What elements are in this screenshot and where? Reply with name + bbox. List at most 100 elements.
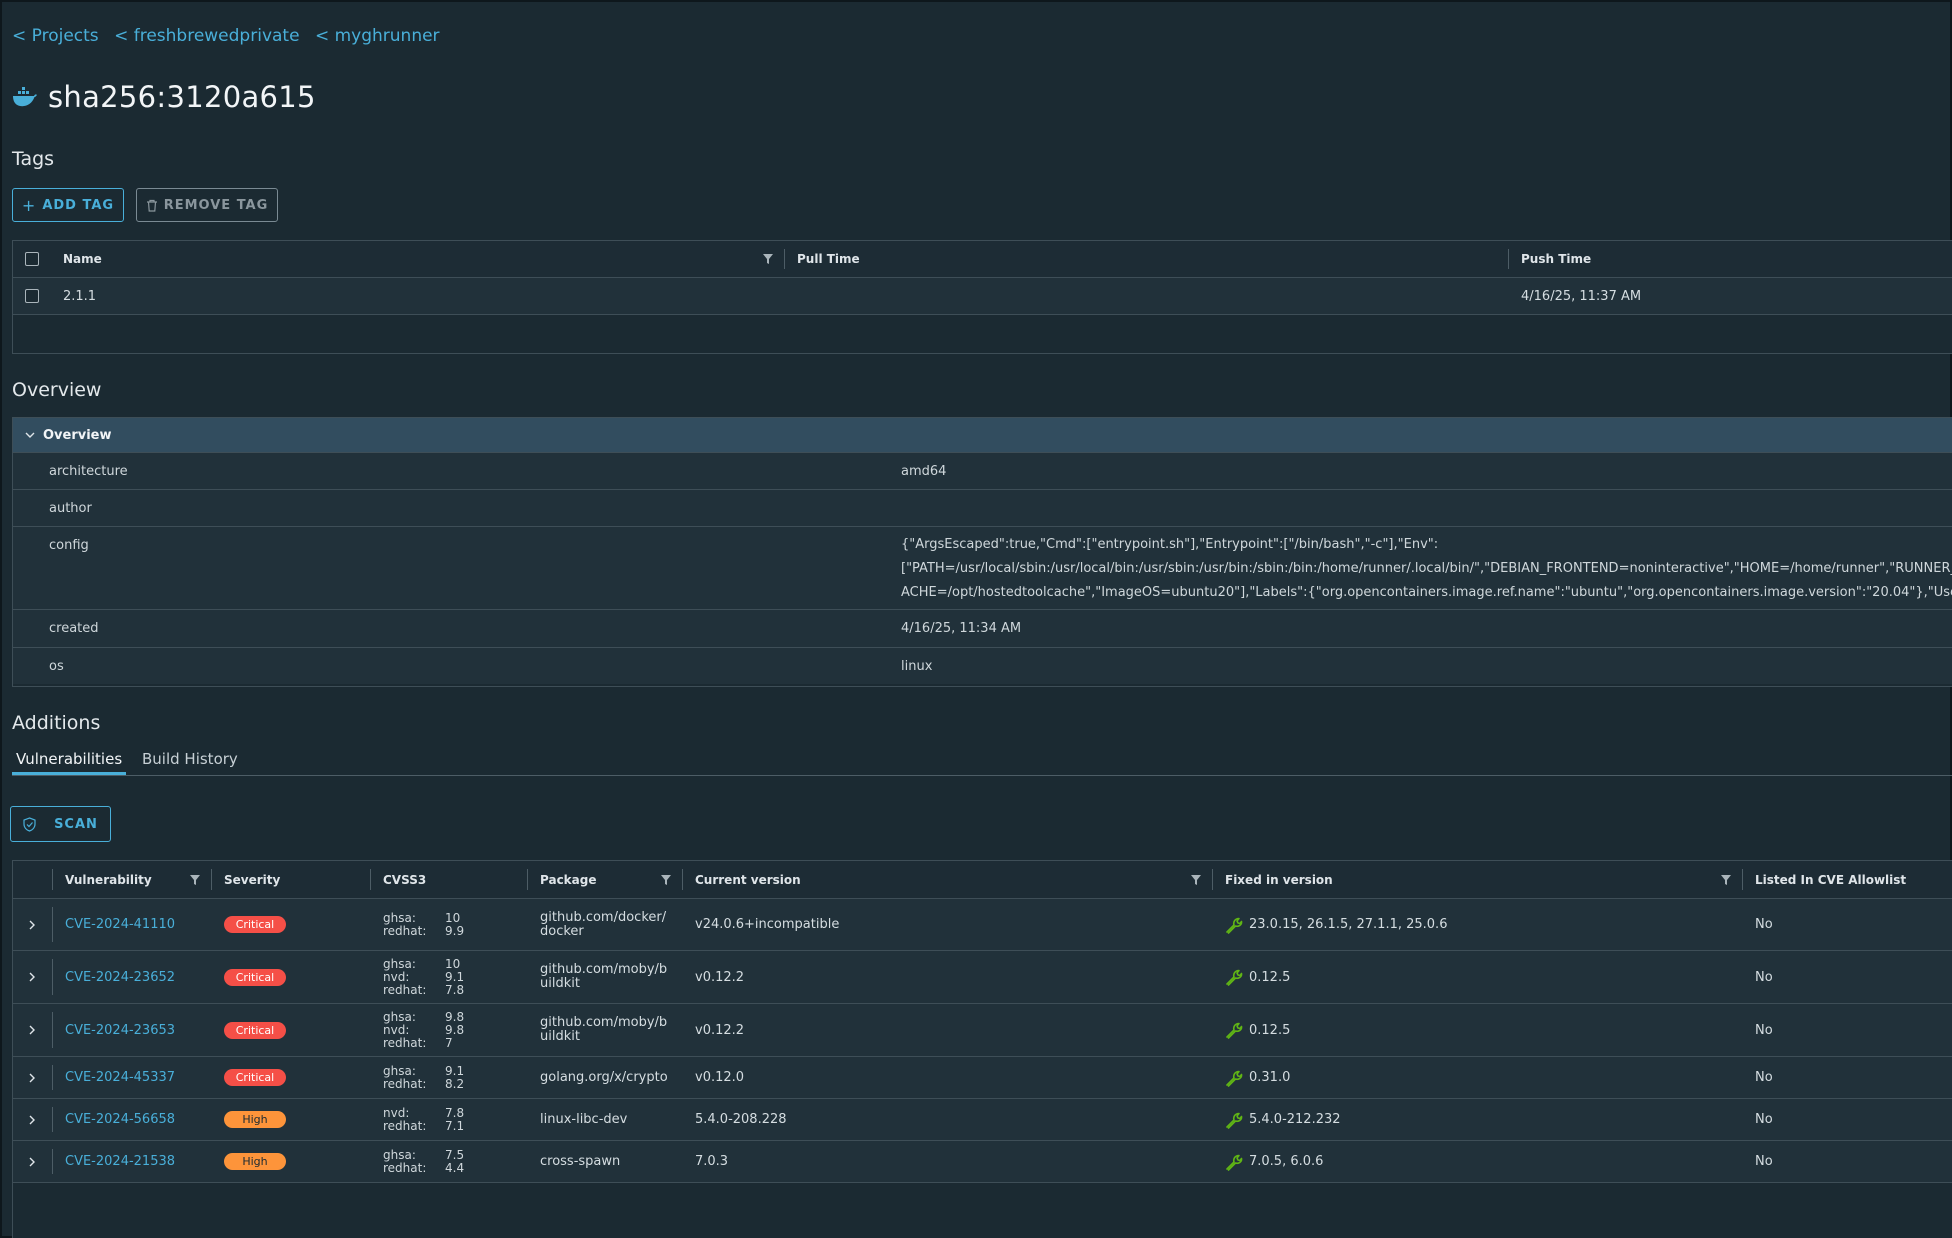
cve-link[interactable]: CVE-2024-45337 <box>65 1070 175 1085</box>
cvss-score-line: ghsa: 9.8 <box>383 1009 464 1024</box>
fixed-version-cell: 5.4.0-212.232 <box>1213 1099 1743 1140</box>
filter-icon[interactable] <box>190 874 200 885</box>
remove-tag-button[interactable]: REMOVE TAG <box>136 188 278 222</box>
fixed-version-cell: 0.12.5 <box>1213 1004 1743 1056</box>
vulnerability-cell: CVE-2024-21538 <box>53 1141 212 1182</box>
cvss3-cell: ghsa: 9.1 redhat: 8.2 <box>371 1057 528 1098</box>
cvss-source: nvd: <box>383 1022 410 1037</box>
expand-cell <box>13 951 53 1003</box>
wrench-icon <box>1226 917 1243 934</box>
wrench-icon <box>1226 969 1243 986</box>
package-name-line: docker <box>540 923 584 939</box>
cve-link[interactable]: CVE-2024-21538 <box>65 1154 175 1169</box>
package-cell: cross-spawn <box>528 1141 683 1182</box>
package-name-line: cross-spawn <box>540 1153 621 1169</box>
overview-row-config: config {"ArgsEscaped":true,"Cmd":["entry… <box>13 527 1952 610</box>
plus-icon: + <box>21 195 37 215</box>
cvss-scores: ghsa: 10 nvd: 9.1 redhat: 7.8 <box>383 957 465 997</box>
tab-build-history[interactable]: Build History <box>142 750 238 768</box>
cvss3-cell: ghsa: 10 nvd: 9.1 redhat: 7.8 <box>371 951 528 1003</box>
table-row[interactable]: CVE-2024-21538 High ghsa: 7.5 redhat: 4.4 c… <box>13 1141 1952 1183</box>
cvss-score: 7 <box>445 1035 453 1050</box>
cvss-score: 10 <box>445 910 461 925</box>
docker-whale-icon <box>13 87 37 107</box>
severity-badge: Critical <box>224 968 286 986</box>
chevron-right-icon[interactable] <box>27 1025 37 1035</box>
table-row[interactable]: CVE-2024-23653 Critical ghsa: 9.8 nvd: 9.8 r… <box>13 1004 1952 1057</box>
table-row[interactable]: 2.1.1 4/16/25, 11:37 AM <box>13 278 1952 315</box>
filter-icon[interactable] <box>763 254 773 264</box>
allowlist-value: No <box>1755 1022 1773 1038</box>
expand-cell <box>13 1004 53 1056</box>
column-push-time[interactable]: Push Time <box>1509 241 1952 277</box>
cvss-score: 9.1 <box>445 969 465 984</box>
cvss-source: redhat: <box>383 982 427 997</box>
filter-icon[interactable] <box>1191 874 1201 885</box>
vulnerability-cell: CVE-2024-45337 <box>53 1057 212 1098</box>
table-row[interactable]: CVE-2024-56658 High nvd: 7.8 redhat: 7.1 li… <box>13 1099 1952 1141</box>
cvss3-cell: ghsa: 9.8 nvd: 9.8 redhat: 7 <box>371 1004 528 1056</box>
add-tag-button[interactable]: + ADD TAG <box>12 188 124 222</box>
expand-column <box>13 861 53 898</box>
column-allowlist[interactable]: Listed In CVE Allowlist <box>1743 861 1952 898</box>
cve-link[interactable]: CVE-2024-56658 <box>65 1112 175 1127</box>
cvss3-cell: ghsa: 7.5 redhat: 4.4 <box>371 1141 528 1182</box>
cvss-score-line: ghsa: 10 <box>383 957 464 971</box>
cvss-source: ghsa: <box>383 1009 416 1024</box>
cvss-source: ghsa: <box>383 1063 416 1078</box>
chevron-right-icon[interactable] <box>27 1157 37 1167</box>
chevron-right-icon[interactable] <box>27 1073 37 1083</box>
breadcrumb-project[interactable]: < freshbrewedprivate <box>114 26 299 46</box>
tab-vulnerabilities[interactable]: Vulnerabilities <box>11 750 127 775</box>
cvss-score: 7.8 <box>445 1105 465 1120</box>
fixed-version: 0.12.5 <box>1225 968 1290 986</box>
cvss-source: redhat: <box>383 1076 427 1091</box>
current-version: v0.12.2 <box>695 969 745 985</box>
expand-cell <box>13 1141 53 1182</box>
table-row[interactable]: CVE-2024-41110 Critical ghsa: 10 redhat: 9.… <box>13 899 1952 951</box>
vulnerabilities-table-header: Vulnerability Severity CVSS3 Package Cur… <box>13 861 1952 899</box>
column-current-version-label: Current version <box>695 872 801 887</box>
column-package[interactable]: Package <box>528 861 683 898</box>
breadcrumb-projects[interactable]: < Projects <box>12 26 99 46</box>
table-row[interactable]: CVE-2024-23652 Critical ghsa: 10 nvd: 9.1 re… <box>13 951 1952 1004</box>
cvss-source: ghsa: <box>383 1147 416 1162</box>
overview-panel-toggle[interactable]: Overview <box>13 418 1952 453</box>
chevron-right-icon[interactable] <box>27 972 37 982</box>
severity-cell: Critical <box>212 1057 371 1098</box>
allowlist-value: No <box>1755 1070 1773 1085</box>
column-name[interactable]: Name <box>51 241 785 277</box>
select-all-cell <box>13 241 51 277</box>
table-row[interactable]: CVE-2024-45337 Critical ghsa: 9.1 redhat: 8… <box>13 1057 1952 1099</box>
select-all-checkbox[interactable] <box>25 252 39 266</box>
cve-link[interactable]: CVE-2024-41110 <box>65 917 175 932</box>
breadcrumb-repository[interactable]: < myghrunner <box>315 26 440 46</box>
package-name: github.com/moby/b uildkit <box>540 1016 667 1044</box>
column-fixed-version[interactable]: Fixed in version <box>1213 861 1743 898</box>
remove-tag-label: REMOVE TAG <box>163 197 269 213</box>
column-severity[interactable]: Severity <box>212 861 371 898</box>
column-vulnerability[interactable]: Vulnerability <box>53 861 212 898</box>
tag-pull-time <box>785 278 1509 314</box>
filter-icon[interactable] <box>1721 874 1731 885</box>
severity-badge: Critical <box>224 916 286 933</box>
chevron-right-icon[interactable] <box>27 920 37 930</box>
cvss-score-line: redhat: 4.4 <box>383 1161 464 1175</box>
cvss-score-line: nvd: 9.8 <box>383 1022 464 1037</box>
column-cvss3[interactable]: CVSS3 <box>371 861 528 898</box>
column-current-version[interactable]: Current version <box>683 861 1213 898</box>
vulnerability-cell: CVE-2024-41110 <box>53 899 212 950</box>
allowlist-value: No <box>1755 1112 1773 1127</box>
cvss-score-line: redhat: 9.9 <box>383 924 464 938</box>
cve-link[interactable]: CVE-2024-23652 <box>65 970 175 985</box>
column-pull-time[interactable]: Pull Time <box>785 241 1509 277</box>
chevron-right-icon[interactable] <box>27 1115 37 1125</box>
scan-button[interactable]: SCAN <box>10 806 111 842</box>
row-checkbox[interactable] <box>25 289 39 303</box>
filter-icon[interactable] <box>661 874 671 885</box>
column-allowlist-label: Listed In CVE Allowlist <box>1755 872 1907 887</box>
fixed-version-text: 0.12.5 <box>1249 969 1291 985</box>
cve-link[interactable]: CVE-2024-23653 <box>65 1023 175 1038</box>
breadcrumb: < Projects < freshbrewedprivate < myghru… <box>12 26 450 46</box>
package-cell: github.com/moby/b uildkit <box>528 951 683 1003</box>
